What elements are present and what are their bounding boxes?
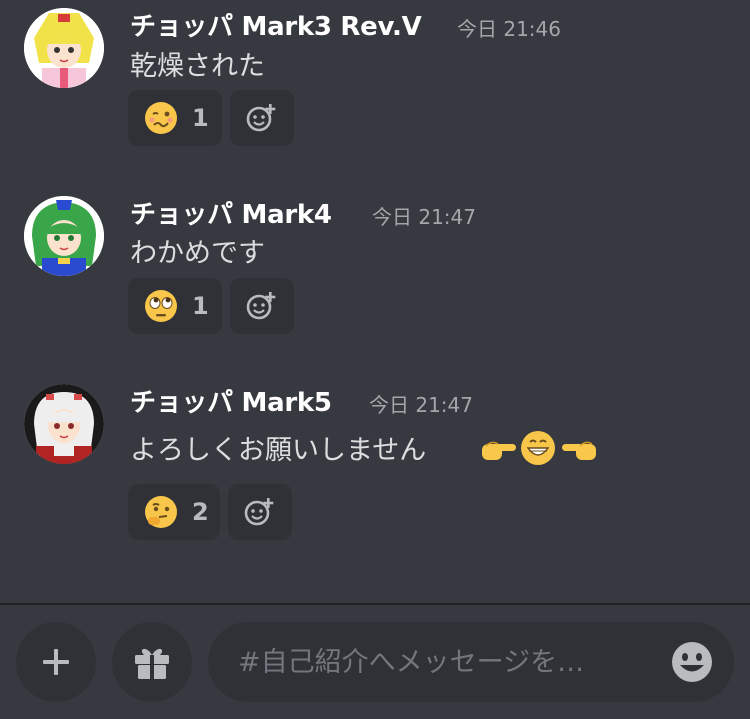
plus-icon	[43, 649, 69, 675]
add-reaction-button[interactable]	[228, 484, 292, 540]
backhand-index-pointing-right-icon	[482, 441, 516, 460]
reaction[interactable]: 2	[128, 484, 220, 540]
reaction[interactable]: 1	[128, 90, 222, 146]
avatar[interactable]	[24, 196, 104, 276]
username[interactable]: チョッパ Mark3 Rev.V	[130, 6, 422, 43]
add-reaction-icon	[246, 104, 276, 132]
username[interactable]: チョッパ Mark4	[130, 194, 332, 231]
reaction-count: 2	[192, 498, 209, 526]
grinning-face-icon	[521, 431, 555, 465]
timestamp: 今日 21:47	[372, 205, 476, 229]
emoji-picker-icon[interactable]	[670, 640, 714, 684]
gift-icon	[135, 648, 169, 679]
reaction[interactable]: 1	[128, 278, 222, 334]
message-text: 乾燥された	[130, 51, 265, 82]
add-reaction-button[interactable]	[230, 278, 294, 334]
add-reaction-icon	[246, 292, 276, 320]
avatar[interactable]	[24, 8, 104, 88]
reaction-count: 1	[192, 104, 209, 132]
thinking-face-icon	[145, 496, 177, 528]
add-attachment-button[interactable]	[16, 622, 96, 702]
add-reaction-icon	[244, 498, 274, 526]
gift-button[interactable]	[112, 622, 192, 702]
timestamp: 今日 21:47	[369, 393, 473, 417]
add-reaction-button[interactable]	[230, 90, 294, 146]
backhand-index-pointing-left-icon	[562, 441, 596, 460]
username[interactable]: チョッパ Mark5	[130, 382, 332, 419]
timestamp: 今日 21:46	[457, 17, 561, 41]
message-input-field[interactable]	[236, 645, 640, 679]
avatar[interactable]	[24, 384, 104, 464]
message-input[interactable]	[208, 622, 734, 702]
woozy-face-icon	[145, 102, 177, 134]
rolling-eyes-face-icon	[145, 290, 177, 322]
message-text: よろしくお願いしません	[130, 435, 427, 466]
reaction-count: 1	[192, 292, 209, 320]
message-text: わかめです	[130, 238, 265, 269]
